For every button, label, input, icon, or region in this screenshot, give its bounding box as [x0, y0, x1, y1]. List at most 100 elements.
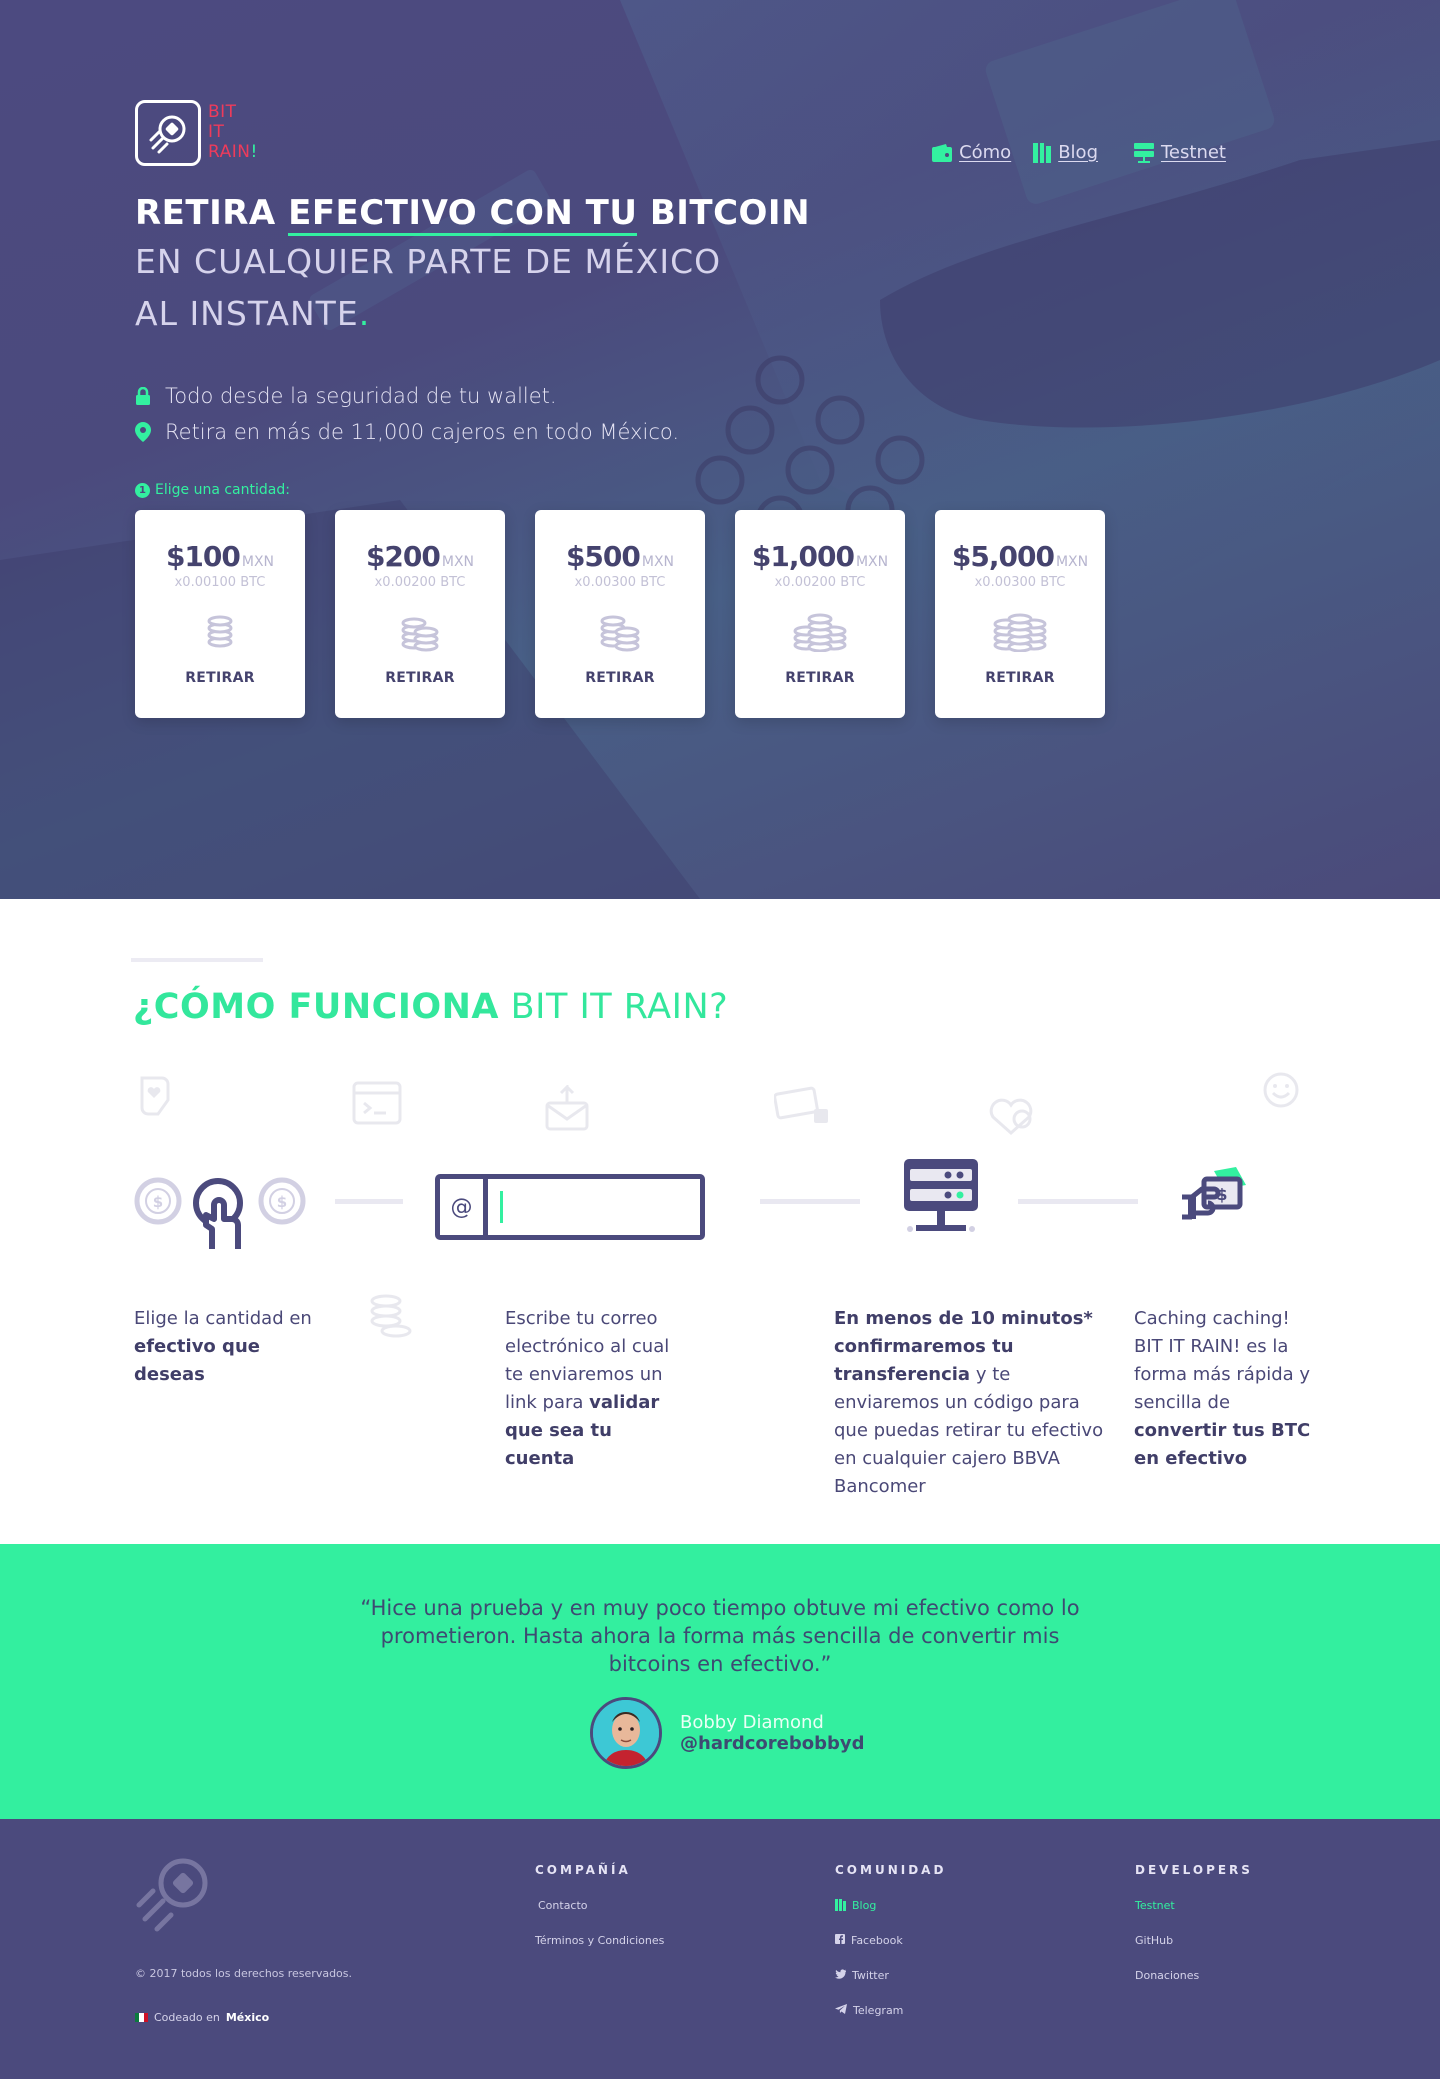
footer-col-compania: COMPAÑÍA Contacto Términos y Condiciones [535, 1863, 664, 1969]
card-btc-rate: x0.00200 BTC [374, 575, 466, 590]
footer: © 2017 todos los derechos reservados. Co… [0, 1819, 1440, 2079]
card-amount: $100 [165, 540, 241, 573]
footer-link-terminos[interactable]: Términos y Condiciones [535, 1934, 664, 1969]
amount-card-1000[interactable]: $1,000 MXN x0.00200 BTC RETIRAR [735, 510, 905, 718]
card-amount: $500 [565, 540, 641, 573]
step-4-plain: Caching caching! BIT IT RAIN! es la form… [1134, 1308, 1311, 1413]
mail-send-icon [545, 1085, 589, 1131]
hero-subtitle-line1: EN CUALQUIER PARTE DE MÉXICO [135, 242, 722, 281]
made-pre: Codeado en [154, 2011, 220, 2024]
retirar-button[interactable]: RETIRAR [735, 670, 905, 686]
amount-card-200[interactable]: $200 MXN x0.00200 BTC RETIRAR [335, 510, 505, 718]
nav-link-como[interactable]: Cómo [932, 142, 1011, 163]
footer-link-label: Donaciones [1135, 1969, 1200, 1982]
amount-cards: $100 MXN x0.00100 BTC RETIRAR $200 MXN x0.… [135, 510, 1105, 718]
retirar-button[interactable]: RETIRAR [935, 670, 1105, 686]
avatar [590, 1697, 662, 1769]
footer-link-contacto[interactable]: Contacto [538, 1899, 664, 1934]
card-currency: MXN [1055, 554, 1089, 570]
hero-section: BIT IT RAIN! Cómo Blog Testnet RETIRA EF… [0, 0, 1440, 899]
card-amount: $5,000 [951, 540, 1055, 573]
card-currency: MXN [441, 554, 475, 570]
amount-card-100[interactable]: $100 MXN x0.00100 BTC RETIRAR [135, 510, 305, 718]
hero-subtitle-line2-text: AL INSTANTE [135, 294, 359, 333]
svg-text:$: $ [277, 1193, 287, 1211]
step-1-bold: efectivo que deseas [134, 1336, 260, 1385]
author-info: Bobby Diamond @hardcorebobbyd [680, 1712, 864, 1754]
card-amount: $1,000 [751, 540, 855, 573]
footer-link-twitter[interactable]: Twitter [835, 1969, 946, 2004]
step-3-bold: En menos de 10 minutos* confirmaremos tu… [834, 1308, 1093, 1385]
mexico-flag-icon [135, 2013, 148, 2022]
bullet-atms: Retira en más de 11,000 cajeros en todo … [135, 414, 679, 450]
coin-stacks-icon [535, 608, 705, 656]
step-text-2: Escribe tu correo electrónico al cual te… [505, 1305, 685, 1473]
heart-coin-icon [989, 1098, 1033, 1135]
step-connector [760, 1199, 860, 1204]
footer-link-donaciones[interactable]: Donaciones [1135, 1969, 1253, 2004]
twitter-icon [835, 1969, 846, 1979]
retirar-button[interactable]: RETIRAR [535, 670, 705, 686]
testimonial-author: Bobby Diamond @hardcorebobbyd [590, 1697, 864, 1769]
step-1-plain: Elige la cantidad en [134, 1308, 312, 1329]
nav-link-blog[interactable]: Blog [1033, 142, 1098, 163]
blog-icon [1033, 142, 1052, 163]
card-btc-rate: x0.00100 BTC [174, 575, 266, 590]
card-btc-rate: x0.00300 BTC [974, 575, 1066, 590]
footer-link-facebook[interactable]: Facebook [835, 1934, 946, 1969]
nav-link-testnet-label: Testnet [1161, 142, 1226, 163]
brand-logo[interactable]: BIT IT RAIN! [135, 100, 258, 166]
footer-link-testnet[interactable]: Testnet [1135, 1899, 1253, 1934]
footer-link-github[interactable]: GitHub [1135, 1934, 1253, 1969]
retirar-button[interactable]: RETIRAR [135, 670, 305, 686]
author-name: Bobby Diamond [680, 1712, 824, 1733]
author-handle[interactable]: @hardcorebobbyd [680, 1733, 864, 1754]
card-amount: $200 [365, 540, 441, 573]
retirar-button[interactable]: RETIRAR [335, 670, 505, 686]
amount-card-5000[interactable]: $5,000 MXN x0.00300 BTC RETIRAR [935, 510, 1105, 718]
made-in-mexico: Codeado en México [135, 2011, 269, 2024]
cash-hand-icon: $ [1182, 1167, 1246, 1220]
step-text-4: Caching caching! BIT IT RAIN! es la form… [1134, 1305, 1319, 1473]
made-country: México [225, 2011, 270, 2024]
footer-col-developers: DEVELOPERS Testnet GitHub Donaciones [1135, 1863, 1253, 2004]
card-btc-rate: x0.00300 BTC [574, 575, 666, 590]
terminal-icon [352, 1081, 402, 1125]
footer-link-label: Twitter [852, 1969, 889, 1982]
footer-link-label: Blog [852, 1899, 877, 1912]
choose-amount-text: Elige una cantidad: [155, 482, 290, 498]
how-title-light: BIT IT RAIN? [498, 987, 729, 1027]
footer-link-label: GitHub [1135, 1934, 1174, 1947]
card-btc-rate: x0.00200 BTC [774, 575, 866, 590]
lock-icon [136, 387, 150, 405]
footer-logo-icon [136, 1858, 208, 1932]
card-currency: MXN [641, 554, 675, 570]
at-sign-icon: @ [440, 1179, 488, 1235]
tap-hand-icon[interactable] [192, 1177, 246, 1253]
nav-link-testnet[interactable]: Testnet [1134, 142, 1226, 163]
section-divider [131, 958, 263, 962]
logo-wordmark: BIT IT RAIN! [208, 102, 258, 162]
hero-title-pre: RETIRA [135, 193, 289, 233]
logo-line1: BIT [208, 102, 237, 122]
footer-link-label: Testnet [1135, 1899, 1175, 1912]
text-cursor [500, 1191, 503, 1223]
footer-link-blog[interactable]: Blog [835, 1899, 946, 1934]
footer-link-label: Términos y Condiciones [535, 1934, 665, 1947]
blog-icon [835, 1899, 846, 1911]
coins-faint-icon [370, 1294, 412, 1338]
logo-bang: ! [250, 142, 258, 162]
hero-headline: RETIRA EFECTIVO CON TU BITCOIN EN CUALQU… [135, 190, 810, 340]
bullet-atms-text: Retira en más de 11,000 cajeros en todo … [165, 420, 680, 444]
email-field-illustration: @ [435, 1174, 705, 1240]
footer-link-telegram[interactable]: Telegram [835, 2004, 946, 2039]
step-connector [1018, 1199, 1138, 1204]
logo-line3: RAIN! [208, 142, 258, 162]
amount-card-500[interactable]: $500 MXN x0.00300 BTC RETIRAR [535, 510, 705, 718]
choose-amount-label: 1 Elige una cantidad: [135, 482, 290, 498]
coin-stacks-icon [335, 608, 505, 656]
map-pin-icon [135, 422, 151, 442]
how-it-works-section: ¿CÓMO FUNCIONA BIT IT RAIN? $ $ @ $ Elig… [0, 899, 1440, 1544]
testimonial-quote: “Hice una prueba y en muy poco tiempo ob… [360, 1596, 1080, 1676]
top-nav: Cómo Blog Testnet [932, 142, 1226, 163]
